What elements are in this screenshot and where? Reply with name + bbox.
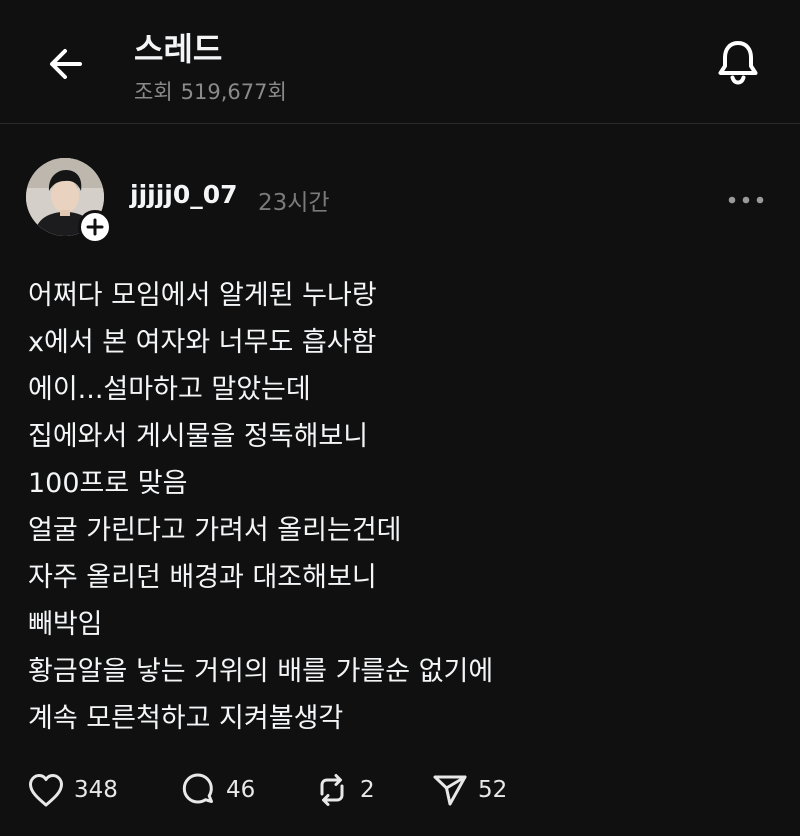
bell-icon xyxy=(713,37,763,87)
post-text-line: 빼박임 xyxy=(28,609,103,640)
notification-button[interactable] xyxy=(712,36,764,88)
like-button[interactable]: 348 xyxy=(26,770,178,810)
post-text: 어쩌다 모임에서 알게된 누나랑 x에서 본 여자와 너무도 흡사함 에이...… xyxy=(28,272,768,742)
repost-count: 2 xyxy=(360,777,375,803)
post-text-line: 황금알을 낳는 거위의 배를 가를순 없기에 xyxy=(28,656,494,687)
page-title: 스레드 xyxy=(134,30,223,68)
post-timestamp: 23시간 xyxy=(258,190,330,216)
post-text-line: 계속 모른척하고 지켜볼생각 xyxy=(28,703,344,734)
send-icon xyxy=(430,770,470,810)
comment-count: 46 xyxy=(226,777,256,803)
post-text-line: 어쩌다 모임에서 알게된 누나랑 xyxy=(28,280,377,311)
comment-bubble-icon xyxy=(178,770,218,810)
post-text-line: 100프로 맞음 xyxy=(28,468,188,499)
views-label: 조회 xyxy=(134,80,173,104)
repost-icon xyxy=(312,770,352,810)
like-count: 348 xyxy=(74,777,118,803)
follow-button[interactable] xyxy=(78,210,112,244)
author-username[interactable]: jjjjj0_07 xyxy=(130,180,238,209)
view-count: 조회 519,677회 xyxy=(134,76,287,106)
plus-icon xyxy=(86,218,104,236)
heart-icon xyxy=(26,770,66,810)
author-avatar[interactable] xyxy=(26,158,112,244)
post-text-line: 얼굴 가린다고 가려서 올리는건데 xyxy=(28,515,402,546)
arrow-left-icon xyxy=(46,44,86,84)
post-actions: 348 46 2 52 xyxy=(26,766,530,814)
top-bar: 스레드 조회 519,677회 xyxy=(0,0,800,124)
share-count: 52 xyxy=(478,777,508,803)
share-button[interactable]: 52 xyxy=(430,770,530,810)
post-text-line: 집에와서 게시물을 정독해보니 xyxy=(28,421,369,452)
post-text-line: 자주 올리던 배경과 대조해보니 xyxy=(28,562,377,593)
more-horizontal-icon xyxy=(726,194,766,206)
back-button[interactable] xyxy=(44,42,88,86)
views-number: 519,677회 xyxy=(180,80,287,104)
post-text-line: 에이...설마하고 말았는데 xyxy=(28,374,311,405)
comment-button[interactable]: 46 xyxy=(178,770,312,810)
repost-button[interactable]: 2 xyxy=(312,770,430,810)
post-text-line: x에서 본 여자와 너무도 흡사함 xyxy=(28,327,377,358)
more-options-button[interactable] xyxy=(722,184,770,216)
